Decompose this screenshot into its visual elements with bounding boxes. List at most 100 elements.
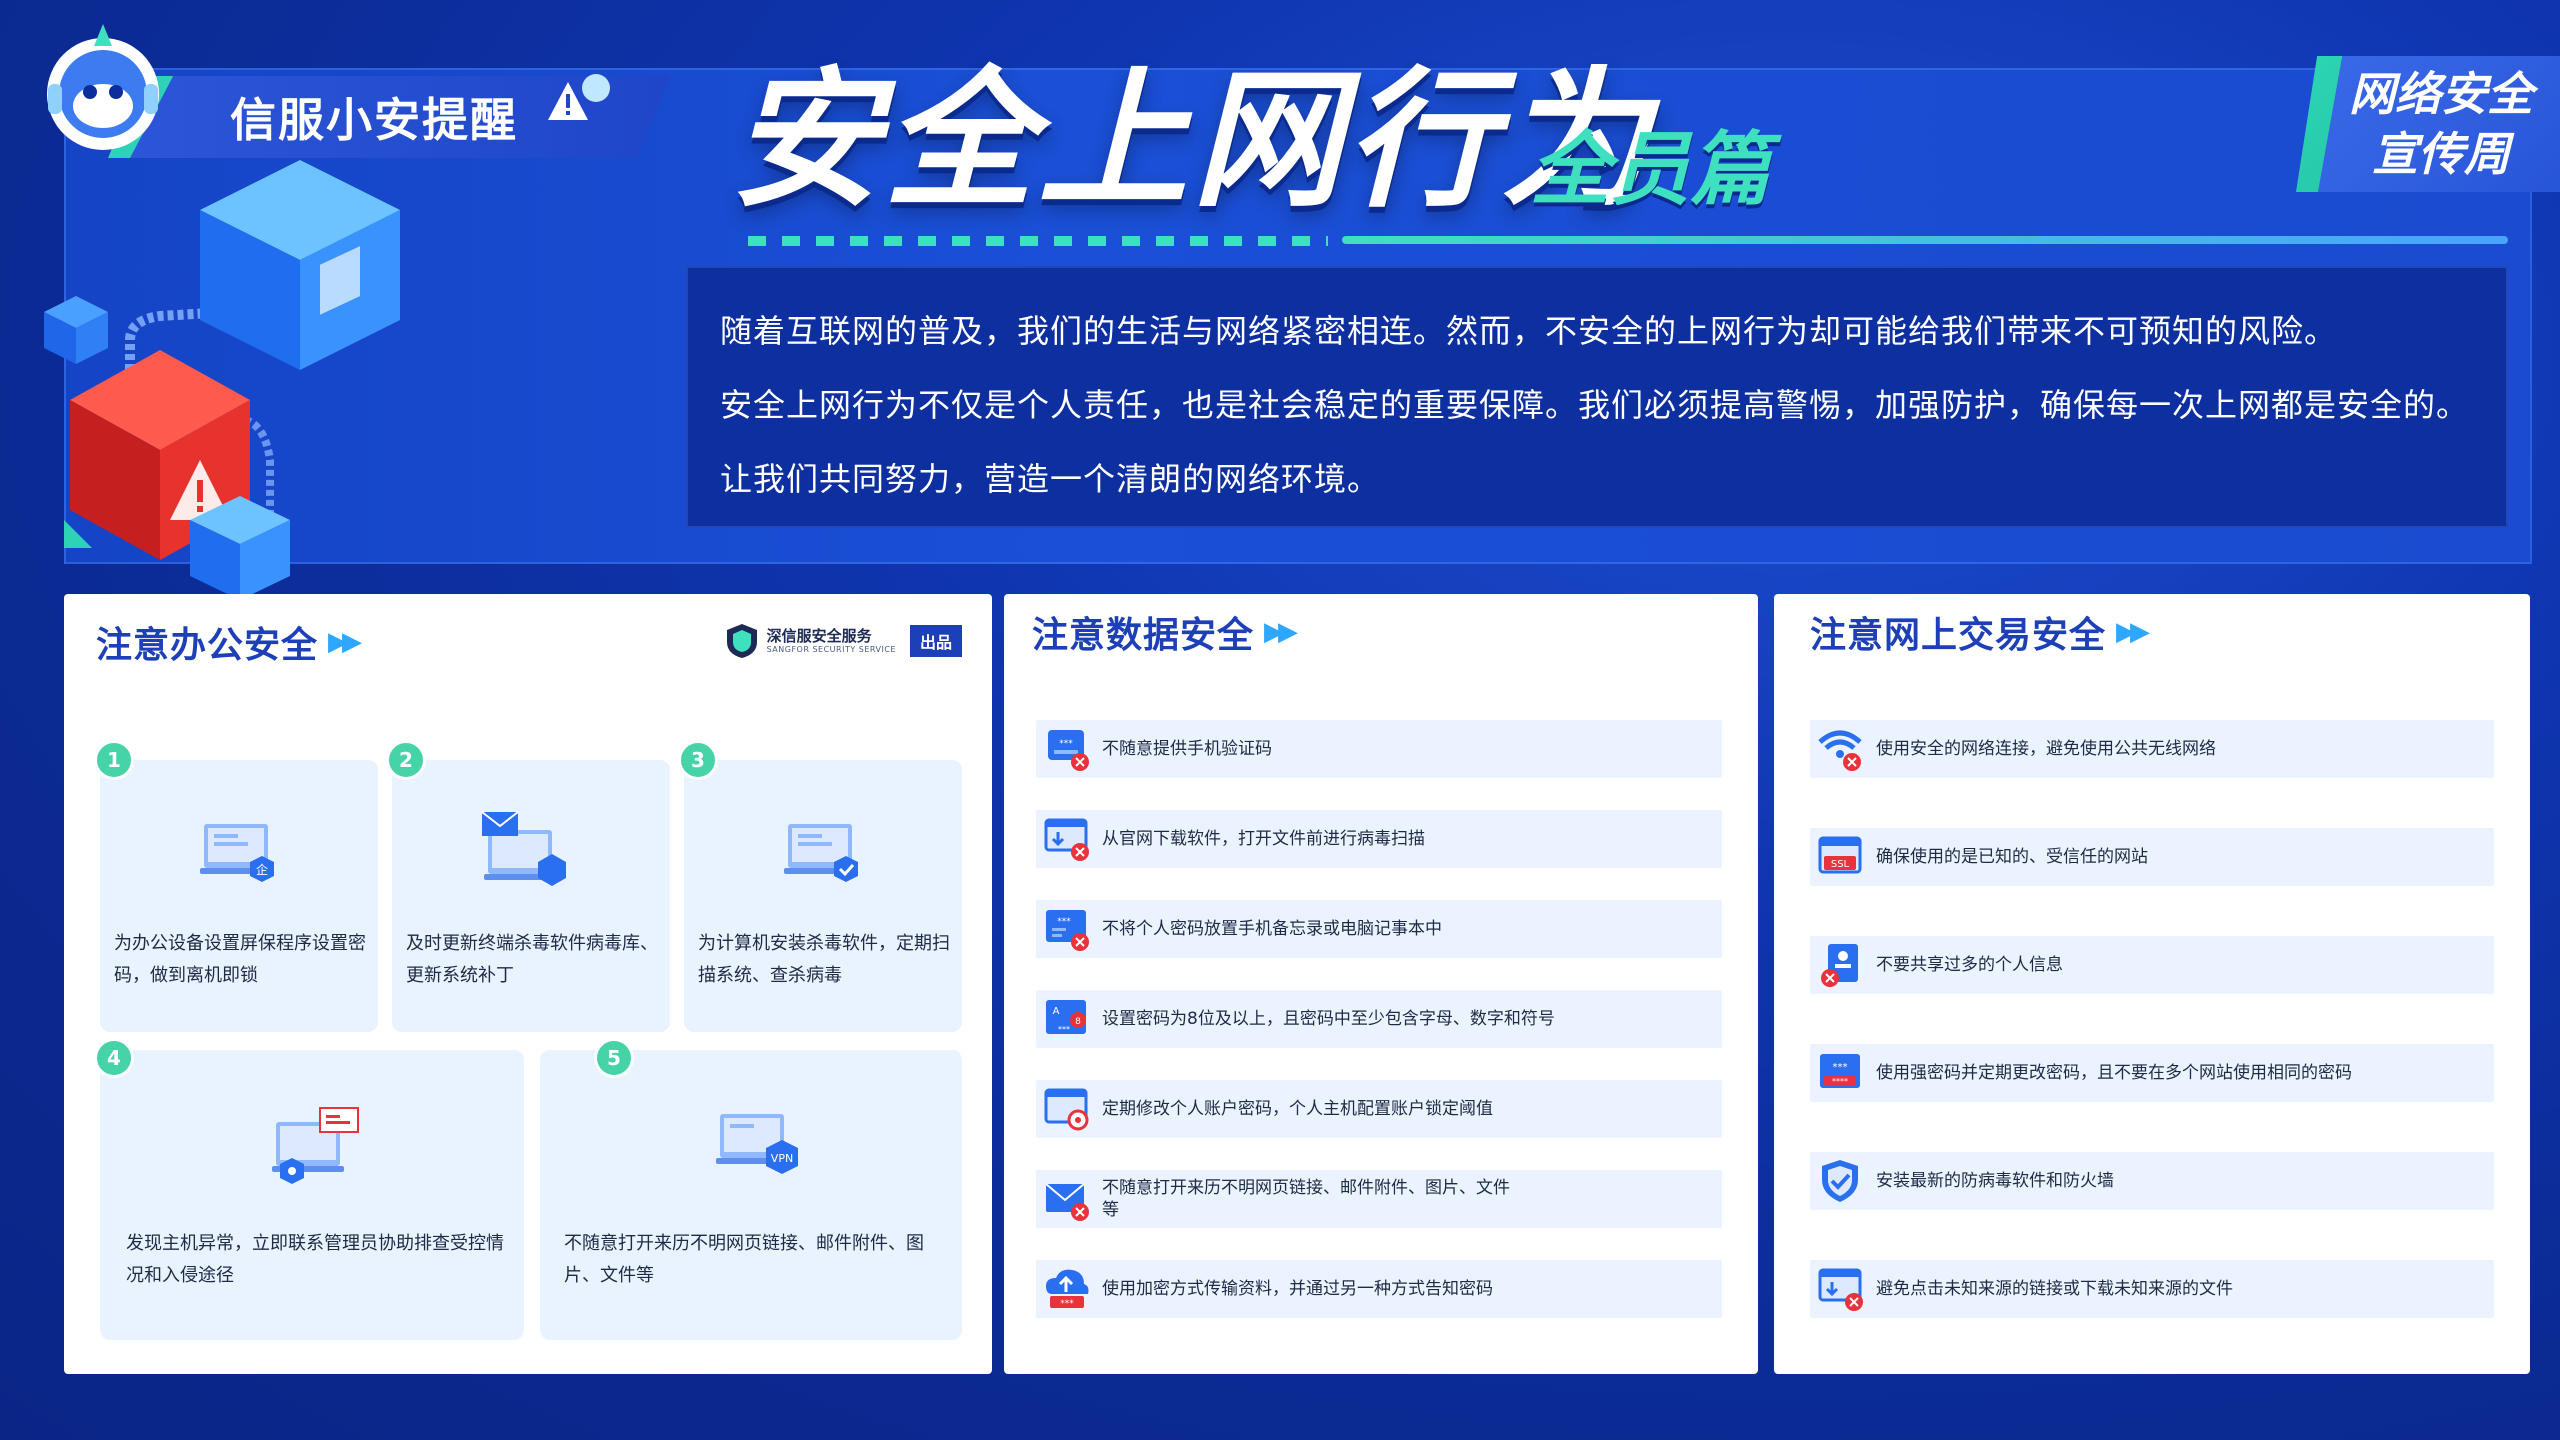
office-card-4-number: 4: [94, 1038, 134, 1078]
office-security-title: 注意办公安全 ▶▶: [96, 616, 362, 668]
strong-password-icon: *** ****: [1820, 1054, 1860, 1088]
trade-item-3-text: 不要共享过多的个人信息: [1876, 955, 2063, 975]
office-card-3: 为计算机安装杀毒软件，定期扫描系统、查杀病毒: [684, 760, 962, 1032]
vendor-shield-icon: [726, 624, 757, 658]
trade-item-2-text: 确保使用的是已知的、受信任的网站: [1876, 847, 2148, 867]
ssl-site-icon: SSL: [1818, 836, 1862, 874]
data-item-3: *** 不将个人密码放置手机备忘录或电脑记事本中: [1036, 900, 1722, 958]
data-security-title: 注意数据安全 ▶▶: [1032, 606, 1298, 658]
monitor-shield-icon: [784, 824, 858, 882]
monitor-lock-icon: 企: [200, 824, 274, 882]
data-item-4-text: 设置密码为8位及以上，且密码中至少包含字母、数字和符号: [1102, 1009, 1555, 1029]
encrypted-upload-icon: ***: [1046, 1269, 1089, 1309]
trade-item-3: 不要共享过多的个人信息: [1810, 936, 2494, 994]
download-scan-icon: [1044, 818, 1089, 861]
mascot-icon: [47, 24, 159, 150]
trade-item-6-text: 避免点击未知来源的链接或下载未知来源的文件: [1876, 1279, 2233, 1299]
office-card-3-number: 3: [678, 740, 718, 780]
warning-light-icon: [548, 74, 610, 120]
office-card-2: 及时更新终端杀毒软件病毒库、更新系统补丁: [392, 760, 670, 1032]
vendor-logo: 深信服安全服务 SANGFOR SECURITY SERVICE 出品: [725, 622, 962, 660]
intro-paragraph-1: 随着互联网的普及，我们的生活与网络紧密相连。然而，不安全的上网行为却可能给我们带…: [720, 312, 2338, 350]
title-solid-line: [1342, 236, 2508, 244]
office-card-4-text: 发现主机异常，立即联系管理员协助排查受控情况和入侵途径: [126, 1233, 504, 1286]
security-cubes-illustration: [44, 160, 400, 600]
data-item-5: 定期修改个人账户密码，个人主机配置账户锁定阈值: [1036, 1080, 1722, 1138]
vendor-badge: 出品: [909, 625, 962, 657]
personal-info-icon: [1821, 944, 1858, 987]
double-arrow-icon: ▶▶: [1264, 617, 1298, 647]
monitor-update-icon: [482, 811, 566, 886]
corner-badge-line2: 宣传周: [2372, 127, 2510, 181]
office-security-panel: 注意办公安全 ▶▶ 深信服安全服务 SANGFOR SECURITY SERVI…: [64, 594, 992, 1374]
trade-item-1-text: 使用安全的网络连接，避免使用公共无线网络: [1876, 739, 2216, 759]
vendor-sub: SANGFOR SECURITY SERVICE: [766, 645, 896, 654]
brand-tag-text: 信服小安提醒: [230, 93, 518, 147]
office-card-1-number: 1: [94, 740, 134, 780]
data-item-1-text: 不随意提供手机验证码: [1102, 739, 1272, 759]
svg-text:VPN: VPN: [771, 1152, 793, 1165]
data-item-6-text: 不随意打开来历不明网页链接、邮件附件、图片、文件等: [1102, 1178, 1510, 1220]
trade-item-4: *** **** 使用强密码并定期更改密码，且不要在多个网站使用相同的密码: [1810, 1044, 2494, 1102]
wifi-warning-icon: [1818, 730, 1862, 771]
office-card-5-number: 5: [594, 1038, 634, 1078]
svg-text:企: 企: [256, 862, 268, 877]
office-security-title-text: 注意办公安全: [96, 625, 319, 666]
sub-title: 全员篇: [1530, 123, 1770, 216]
office-card-3-text: 为计算机安装杀毒软件，定期扫描系统、查杀病毒: [698, 933, 950, 986]
trade-item-5: 安装最新的防病毒软件和防火墙: [1810, 1152, 2494, 1210]
office-card-1: 企 为办公设备设置屏保程序设置密码，做到离机即锁: [100, 760, 378, 1032]
data-item-3-text: 不将个人密码放置手机备忘录或电脑记事本中: [1102, 919, 1442, 939]
trade-security-panel: 注意网上交易安全 ▶▶ 使用安全的网络连接，避免使用公共无线网络 SSL 确保使…: [1774, 594, 2530, 1374]
svg-text:A: A: [1053, 1006, 1060, 1017]
shield-check-icon: [1822, 1160, 1858, 1202]
data-security-title-text: 注意数据安全: [1032, 615, 1255, 656]
svg-text:***: ***: [1060, 1299, 1074, 1309]
sms-code-icon: ***: [1048, 730, 1089, 771]
data-item-1: *** 不随意提供手机验证码: [1036, 720, 1722, 778]
account-lock-icon: [1044, 1088, 1089, 1131]
office-card-5: VPN 不随意打开来历不明网页链接、邮件附件、图片、文件等: [540, 1050, 962, 1340]
monitor-vpn-icon: VPN: [716, 1114, 798, 1174]
double-arrow-icon: ▶▶: [2116, 617, 2150, 647]
data-item-2-text: 从官网下载软件，打开文件前进行病毒扫描: [1102, 829, 1425, 849]
title-dash-line: [748, 236, 1328, 246]
trade-item-1: 使用安全的网络连接，避免使用公共无线网络: [1810, 720, 2494, 778]
unknown-download-icon: [1818, 1268, 1863, 1311]
corner-badge-line1: 网络安全: [2349, 67, 2533, 121]
password-note-icon: ***: [1046, 910, 1089, 951]
double-arrow-icon: ▶▶: [328, 627, 362, 657]
data-item-4: A 8 *** 设置密码为8位及以上，且密码中至少包含字母、数字和符号: [1036, 990, 1722, 1048]
office-card-2-number: 2: [386, 740, 426, 780]
svg-text:***: ***: [1057, 917, 1071, 927]
password-rule-icon: A 8 ***: [1046, 1000, 1086, 1034]
trade-item-2: SSL 确保使用的是已知的、受信任的网站: [1810, 828, 2494, 886]
trade-security-title: 注意网上交易安全 ▶▶: [1810, 606, 2150, 658]
svg-text:8: 8: [1075, 1017, 1081, 1027]
trade-security-title-text: 注意网上交易安全: [1810, 615, 2107, 656]
data-item-7: *** 使用加密方式传输资料，并通过另一种方式告知密码: [1036, 1260, 1722, 1318]
vendor-name: 深信服安全服务: [766, 627, 872, 645]
office-card-1-text: 为办公设备设置屏保程序设置密码，做到离机即锁: [114, 933, 366, 986]
office-card-4: 发现主机异常，立即联系管理员协助排查受控情况和入侵途径: [100, 1050, 524, 1340]
main-title: 安全上网行为: [730, 54, 1655, 228]
trade-item-6: 避免点击未知来源的链接或下载未知来源的文件: [1810, 1260, 2494, 1318]
svg-text:SSL: SSL: [1831, 859, 1850, 870]
svg-text:***: ***: [1058, 1025, 1070, 1034]
corner-badge: 网络安全 宣传周: [2296, 56, 2560, 192]
svg-text:***: ***: [1059, 739, 1073, 749]
data-item-2: 从官网下载软件，打开文件前进行病毒扫描: [1036, 810, 1722, 868]
monitor-alert-icon: [272, 1107, 359, 1184]
svg-text:****: ****: [1832, 1077, 1848, 1086]
svg-text:***: ***: [1833, 1062, 1848, 1073]
data-item-7-text: 使用加密方式传输资料，并通过另一种方式告知密码: [1102, 1279, 1493, 1299]
trade-item-5-text: 安装最新的防病毒软件和防火墙: [1876, 1171, 2114, 1191]
data-item-5-text: 定期修改个人账户密码，个人主机配置账户锁定阈值: [1102, 1099, 1493, 1119]
intro-box: 随着互联网的普及，我们的生活与网络紧密相连。然而，不安全的上网行为却可能给我们带…: [686, 266, 2508, 528]
intro-paragraph-2: 安全上网行为不仅是个人责任，也是社会稳定的重要保障。我们必须提高警惕，加强防护，…: [720, 386, 2470, 498]
office-card-2-text: 及时更新终端杀毒软件病毒库、更新系统补丁: [406, 933, 658, 986]
data-security-panel: 注意数据安全 ▶▶ *** 不随意提供手机验证码 从官网下载软件，打开文件前进行…: [1004, 594, 1758, 1374]
trade-item-4-text: 使用强密码并定期更改密码，且不要在多个网站使用相同的密码: [1876, 1063, 2352, 1083]
data-item-6: 不随意打开来历不明网页链接、邮件附件、图片、文件等: [1036, 1170, 1722, 1228]
office-card-5-text: 不随意打开来历不明网页链接、邮件附件、图片、文件等: [564, 1233, 924, 1286]
